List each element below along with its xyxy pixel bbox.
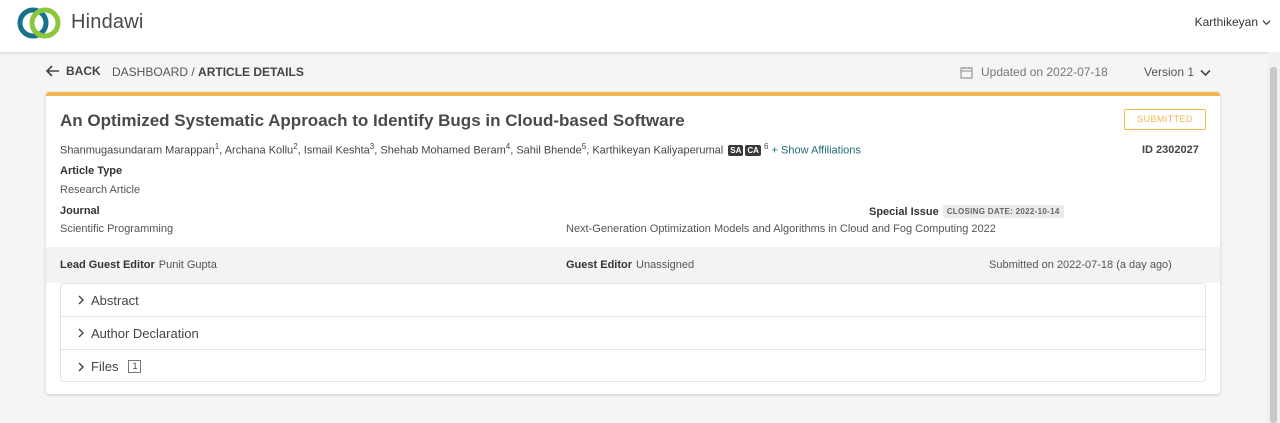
version-label: Version 1 — [1144, 65, 1195, 79]
user-name: Karthikeyan — [1194, 15, 1258, 29]
lead-guest-editor-label: Lead Guest Editor — [60, 259, 155, 271]
authors-list: Shanmugasundaram Marappan1, Archana Koll… — [60, 142, 861, 157]
accordion-files[interactable]: Files 1 — [61, 350, 1205, 383]
status-badge: SUBMITTED — [1124, 109, 1206, 130]
back-button[interactable]: BACK — [46, 64, 101, 78]
back-label: BACK — [66, 64, 101, 78]
author-name[interactable]: Archana Kollu — [225, 145, 294, 157]
accordion-label: Abstract — [91, 292, 139, 308]
article-id: ID 2302027 — [1142, 144, 1199, 156]
nav-row: BACK DASHBOARD / ARTICLE DETAILS Updated… — [46, 64, 1220, 82]
breadcrumb-separator: / — [191, 65, 195, 79]
author-name[interactable]: Ismail Keshta — [304, 145, 370, 157]
breadcrumb-current: ARTICLE DETAILS — [198, 65, 304, 79]
accordion-abstract[interactable]: Abstract — [61, 284, 1205, 317]
lead-guest-editor: Lead Guest Editor Punit Gupta — [60, 259, 217, 271]
article-type-label: Article Type — [60, 165, 123, 177]
chevron-down-icon — [1262, 19, 1271, 25]
author-affiliation-number: 5 — [581, 142, 587, 151]
author-affiliation-number: 6 — [764, 142, 769, 151]
article-title: An Optimized Systematic Approach to Iden… — [60, 111, 685, 130]
article-card: An Optimized Systematic Approach to Iden… — [46, 92, 1220, 394]
submitted-date: Submitted on 2022-07-18 (a day ago) — [989, 259, 1172, 271]
guest-editor-value: Unassigned — [636, 259, 695, 271]
lead-guest-editor-value: Punit Gupta — [158, 259, 217, 271]
guest-editor: Guest Editor Unassigned — [566, 259, 694, 271]
scrollbar-thumb[interactable] — [1270, 67, 1277, 423]
chevron-right-icon — [78, 328, 84, 338]
top-bar: Hindawi Karthikeyan — [0, 0, 1280, 52]
author-name[interactable]: Shanmugasundaram Marappan — [60, 145, 215, 157]
author-name[interactable]: Karthikeyan Kaliyaperumal — [592, 145, 723, 157]
accordion-author-declaration[interactable]: Author Declaration — [61, 317, 1205, 350]
scrollbar[interactable] — [1267, 52, 1280, 423]
breadcrumb: DASHBOARD / ARTICLE DETAILS — [112, 65, 304, 79]
updated-date: Updated on 2022-07-18 — [981, 65, 1108, 79]
author-affiliation-number: 1 — [214, 142, 220, 151]
breadcrumb-dashboard[interactable]: DASHBOARD — [112, 65, 188, 79]
brand-name[interactable]: Hindawi — [71, 11, 144, 34]
special-issue-label: Special Issue — [869, 206, 939, 218]
files-count-badge: 1 — [128, 360, 142, 373]
arrow-left-icon — [46, 65, 59, 77]
journal-label: Journal — [60, 205, 100, 217]
author-name[interactable]: Sahil Bhende — [516, 145, 581, 157]
show-affiliations-link[interactable]: + Show Affiliations — [772, 145, 861, 157]
article-type-value: Research Article — [60, 184, 141, 196]
author-name[interactable]: Shehab Mohamed Beram — [380, 145, 505, 157]
details-accordion: Abstract Author Declaration Files 1 — [60, 283, 1206, 382]
calendar-icon — [960, 66, 973, 78]
chevron-down-icon — [1200, 69, 1211, 76]
accordion-label: Files — [91, 359, 119, 374]
author-affiliation-number: 3 — [369, 142, 375, 151]
closing-date-badge: CLOSING DATE: 2022-10-14 — [942, 205, 1064, 218]
editors-bar: Lead Guest Editor Punit Gupta Guest Edito… — [46, 247, 1220, 283]
accordion-label: Author Declaration — [91, 325, 199, 341]
chevron-right-icon — [78, 362, 84, 371]
user-menu[interactable]: Karthikeyan — [1195, 15, 1271, 29]
hindawi-logo-icon[interactable] — [16, 5, 62, 41]
author-affiliation-number: 4 — [505, 142, 511, 151]
author-affiliation-number: 2 — [293, 142, 298, 151]
version-select[interactable]: Version 1 — [1144, 65, 1211, 79]
updated-info: Updated on 2022-07-18 — [960, 65, 1108, 79]
special-issue-header: Special Issue CLOSING DATE: 2022-10-14 — [869, 205, 1064, 218]
submitting-author-tag: SA — [728, 144, 744, 156]
chevron-right-icon — [78, 295, 84, 305]
guest-editor-label: Guest Editor — [566, 259, 633, 271]
journal-value: Scientific Programming — [60, 223, 174, 235]
corresponding-author-tag: CA — [745, 144, 761, 156]
special-issue-value: Next-Generation Optimization Models and … — [566, 223, 996, 235]
